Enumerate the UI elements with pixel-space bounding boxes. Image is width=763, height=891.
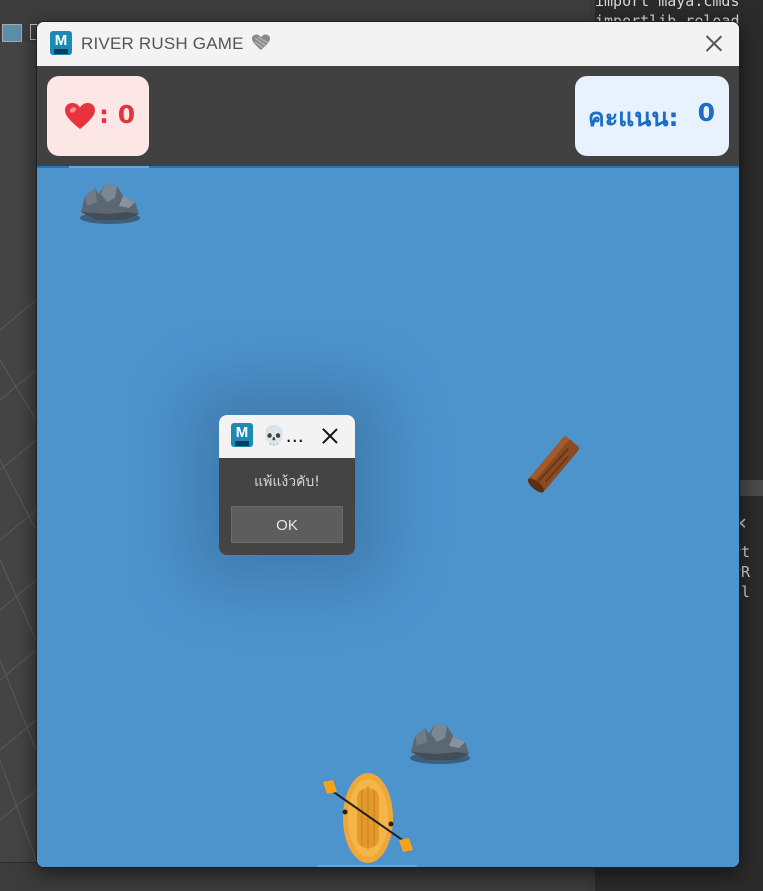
window-title-text: RIVER RUSH GAME — [81, 34, 244, 53]
score-value: 0 — [697, 98, 715, 127]
game-window: M RIVER RUSH GAME : 0 คะแนน: 0 — [36, 21, 740, 868]
maya-app-icon: M — [231, 423, 253, 447]
river-playfield[interactable] — [37, 166, 739, 867]
score-label: คะแนน: — [588, 103, 679, 132]
lives-count: : 0 — [99, 100, 136, 129]
window-title: RIVER RUSH GAME — [81, 34, 271, 54]
dialog-title: 💀... — [262, 425, 304, 447]
editor-line: import maya.cmds — [595, 0, 740, 10]
river-edge — [317, 865, 417, 867]
boat-icon[interactable] — [321, 772, 415, 864]
app-icon-letter: M — [54, 32, 68, 49]
title-bar[interactable]: M RIVER RUSH GAME — [37, 22, 739, 66]
dialog-close-button[interactable] — [320, 426, 340, 446]
ok-button[interactable]: OK — [231, 506, 343, 543]
dialog-message: แพ้แง้วคับ! — [254, 474, 320, 490]
score-panel: คะแนน: 0 — [575, 76, 729, 156]
dialog-title-bar[interactable]: M 💀... — [219, 415, 355, 458]
hud-bar: : 0 คะแนน: 0 — [37, 66, 739, 166]
grey-heart-icon — [251, 34, 270, 50]
log-icon — [527, 435, 580, 493]
app-icon-letter: M — [235, 424, 249, 441]
rock-icon — [410, 724, 470, 764]
viewport-toolbar-icon[interactable] — [2, 24, 22, 42]
maya-app-icon: M — [50, 31, 72, 55]
red-heart-icon — [65, 103, 95, 129]
editor-splitter[interactable] — [738, 480, 763, 496]
lives-panel: : 0 — [47, 76, 149, 156]
game-over-dialog: M 💀... แพ้แง้วคับ! OK — [219, 415, 355, 555]
rock-icon — [80, 184, 140, 224]
window-close-button[interactable] — [703, 32, 725, 54]
